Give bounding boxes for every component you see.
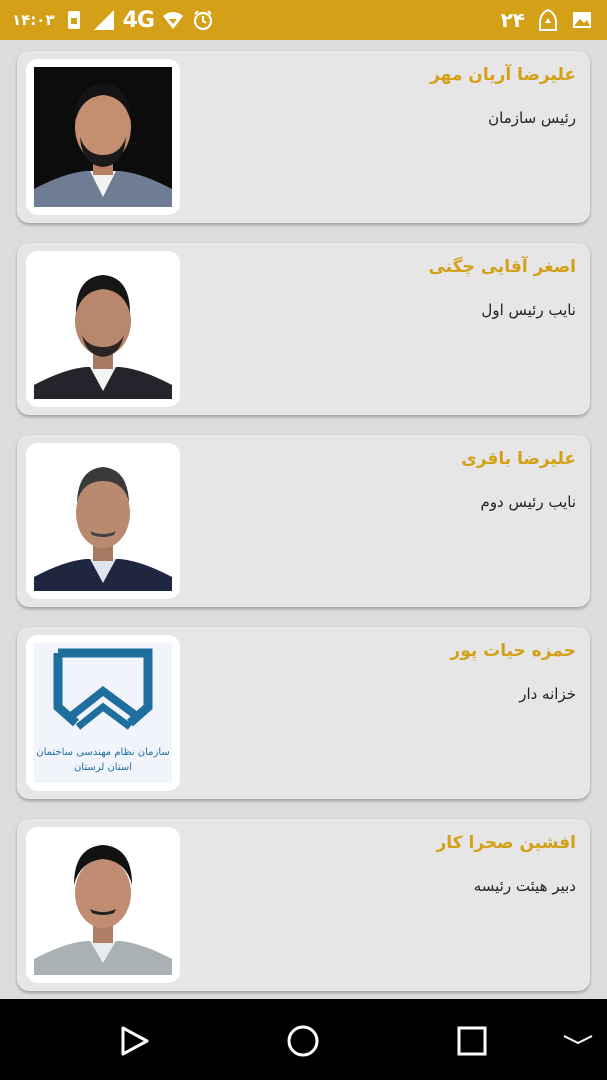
navigation-bar bbox=[0, 999, 607, 1080]
network-type: 4G bbox=[122, 7, 155, 33]
signal-icon bbox=[93, 10, 114, 30]
sim-icon bbox=[67, 11, 80, 29]
portrait-photo bbox=[34, 835, 172, 975]
portrait-photo bbox=[34, 67, 172, 207]
status-time: ۱۴:۰۳ bbox=[12, 11, 55, 29]
status-bar-left: ۱۴:۰۳ 4G bbox=[12, 0, 214, 40]
member-card[interactable]: علیرضا باقری نایب رئیس دوم bbox=[17, 435, 590, 607]
organization-logo: سازمان نظام مهندسی ساختمان استان لرستان bbox=[34, 643, 172, 783]
member-role: رئیس سازمان bbox=[488, 109, 576, 127]
member-card[interactable]: اصغر آقایی چگنی نایب رئیس اول bbox=[17, 243, 590, 415]
member-name: حمزه حیات پور bbox=[450, 641, 576, 661]
member-card[interactable]: علیرضا آریان مهر رئیس سازمان bbox=[17, 51, 590, 223]
home-circle-icon[interactable] bbox=[283, 1021, 323, 1061]
gallery-icon bbox=[573, 12, 591, 28]
photo-frame bbox=[26, 827, 180, 983]
logo-text-line1: سازمان نظام مهندسی ساختمان bbox=[36, 747, 170, 758]
member-card[interactable]: افشین صحرا کار دبیر هیئت رئیسه bbox=[17, 819, 590, 991]
member-name: علیرضا باقری bbox=[461, 449, 576, 469]
photo-frame bbox=[26, 443, 180, 599]
recents-square-icon[interactable] bbox=[452, 1021, 492, 1061]
app-notification-icon bbox=[539, 9, 557, 31]
member-card[interactable]: سازمان نظام مهندسی ساختمان استان لرستان … bbox=[17, 627, 590, 799]
portrait-photo bbox=[34, 451, 172, 591]
board-members-list[interactable]: علیرضا آریان مهر رئیس سازمان اصغر آقایی … bbox=[0, 40, 607, 999]
status-bar-right: ۲۴ bbox=[501, 0, 593, 40]
collapse-chevron-icon[interactable] bbox=[558, 1021, 598, 1061]
logo-text-line2: استان لرستان bbox=[74, 762, 132, 773]
member-name: افشین صحرا کار bbox=[436, 833, 576, 853]
wifi-icon bbox=[163, 12, 183, 29]
photo-frame: سازمان نظام مهندسی ساختمان استان لرستان bbox=[26, 635, 180, 791]
status-day-number: ۲۴ bbox=[500, 8, 525, 32]
back-triangle-icon[interactable] bbox=[114, 1021, 154, 1061]
member-role: دبیر هیئت رئیسه bbox=[473, 877, 576, 895]
member-name: اصغر آقایی چگنی bbox=[428, 257, 576, 277]
member-role: نایب رئیس اول bbox=[481, 301, 576, 319]
portrait-photo bbox=[34, 259, 172, 399]
alarm-icon bbox=[193, 10, 213, 31]
member-role: نایب رئیس دوم bbox=[480, 493, 576, 511]
photo-frame bbox=[26, 59, 180, 215]
member-role: خزانه دار bbox=[519, 685, 576, 703]
member-name: علیرضا آریان مهر bbox=[430, 65, 576, 85]
photo-frame bbox=[26, 251, 180, 407]
status-bar: ۱۴:۰۳ 4G ۲۴ bbox=[0, 0, 607, 40]
